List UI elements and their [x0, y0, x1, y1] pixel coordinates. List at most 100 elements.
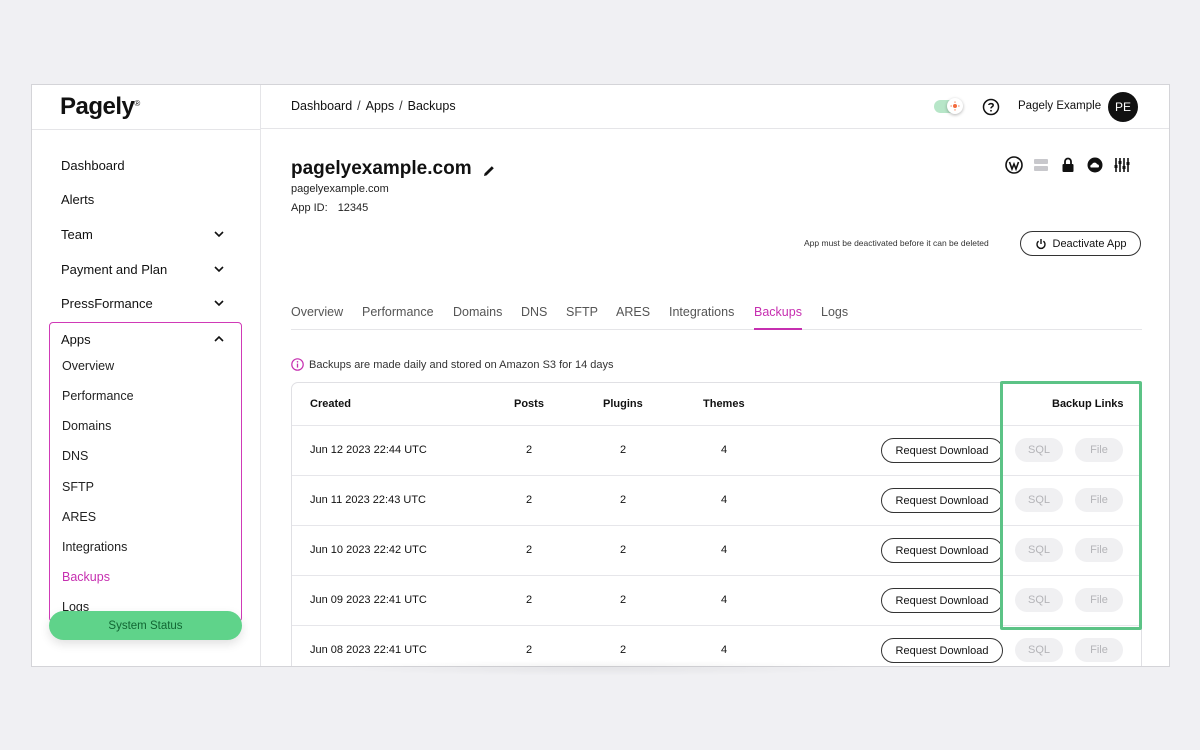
system-status-button[interactable]: System Status: [49, 611, 242, 640]
cell-created: Jun 11 2023 22:43 UTC: [310, 494, 426, 506]
request-download-button[interactable]: Request Download: [881, 488, 1003, 513]
sidebar-divider: [32, 129, 261, 130]
tab-dns[interactable]: DNS: [521, 305, 547, 330]
chevron-down-icon: [212, 227, 226, 241]
tab-logs[interactable]: Logs: [821, 305, 848, 330]
request-download-button[interactable]: Request Download: [881, 438, 1003, 463]
sidebar-item-dashboard[interactable]: Dashboard: [61, 155, 226, 175]
cell-plugins: 2: [620, 494, 627, 506]
backup-info: Backups are made daily and stored on Ama…: [291, 358, 614, 371]
column-header-plugins: Plugins: [603, 398, 643, 410]
sidebar-item-payment-and-plan[interactable]: Payment and Plan: [61, 259, 226, 279]
help-icon[interactable]: [982, 98, 1000, 116]
cell-themes: 4: [721, 444, 728, 456]
table-row: Jun 09 2023 22:41 UTC 2 2 4 Request Down…: [292, 575, 1141, 625]
cell-plugins: 2: [620, 594, 627, 606]
info-icon: [291, 358, 304, 371]
file-link-button[interactable]: File: [1075, 488, 1123, 512]
power-icon: [1035, 238, 1046, 249]
cell-themes: 4: [721, 494, 728, 506]
sidebar-subitem-backups[interactable]: Backups: [62, 570, 110, 588]
cell-themes: 4: [721, 644, 728, 656]
tab-domains[interactable]: Domains: [453, 305, 502, 330]
table-row: Jun 11 2023 22:43 UTC 2 2 4 Request Down…: [292, 475, 1141, 525]
file-link-button[interactable]: File: [1075, 588, 1123, 612]
tab-overview[interactable]: Overview: [291, 305, 343, 330]
cell-created: Jun 12 2023 22:44 UTC: [310, 444, 427, 456]
app-id: App ID: 12345: [291, 202, 369, 214]
cell-posts: 2: [526, 644, 533, 656]
bottom-shadow: [331, 660, 871, 676]
cell-themes: 4: [721, 544, 728, 556]
sidebar-subitem-domains[interactable]: Domains: [62, 419, 111, 437]
cell-plugins: 2: [620, 544, 627, 556]
sidebar-item-team[interactable]: Team: [61, 224, 226, 244]
column-header-created: Created: [310, 398, 351, 410]
cell-plugins: 2: [620, 444, 627, 456]
cell-themes: 4: [721, 594, 728, 606]
request-download-button[interactable]: Request Download: [881, 588, 1003, 613]
cell-posts: 2: [526, 494, 533, 506]
cell-created: Jun 10 2023 22:42 UTC: [310, 544, 427, 556]
column-header-backup-links: Backup Links: [1052, 398, 1124, 410]
tab-integrations[interactable]: Integrations: [669, 305, 734, 330]
file-link-button[interactable]: File: [1075, 638, 1123, 662]
top-bar: Dashboard / Apps / Backups Pagely Example PE: [261, 85, 1169, 129]
sidebar: Pagely® Dashboard Alerts Team Payment an…: [32, 85, 261, 666]
cell-plugins: 2: [620, 644, 627, 656]
sidebar-item-apps[interactable]: Apps: [61, 329, 226, 349]
sql-link-button[interactable]: SQL: [1015, 488, 1063, 512]
tab-backups[interactable]: Backups: [754, 305, 802, 330]
tab-ares[interactable]: ARES: [616, 305, 650, 330]
column-header-posts: Posts: [514, 398, 544, 410]
user-name[interactable]: Pagely Example: [1018, 100, 1101, 112]
column-header-themes: Themes: [703, 398, 745, 410]
app-status-icons: [1005, 156, 1131, 174]
request-download-button[interactable]: Request Download: [881, 538, 1003, 563]
sidebar-subitem-ares[interactable]: ARES: [62, 510, 96, 528]
server-icon: [1032, 156, 1050, 174]
lock-icon: [1059, 156, 1077, 174]
tab-sftp[interactable]: SFTP: [566, 305, 598, 330]
deactivate-app-button[interactable]: Deactivate App: [1020, 231, 1141, 256]
sidebar-subitem-overview[interactable]: Overview: [62, 359, 114, 377]
cell-posts: 2: [526, 544, 533, 556]
sql-link-button[interactable]: SQL: [1015, 438, 1063, 462]
sql-link-button[interactable]: SQL: [1015, 638, 1063, 662]
sidebar-item-alerts[interactable]: Alerts: [61, 189, 226, 209]
app-window: Pagely® Dashboard Alerts Team Payment an…: [31, 84, 1170, 667]
table-row: Jun 12 2023 22:44 UTC 2 2 4 Request Down…: [292, 425, 1141, 475]
pagely-logo[interactable]: Pagely®: [60, 93, 140, 121]
file-link-button[interactable]: File: [1075, 538, 1123, 562]
chevron-up-icon: [212, 332, 226, 346]
request-download-button[interactable]: Request Download: [881, 638, 1003, 663]
sidebar-apps-group: Apps Overview Performance Domains DNS SF…: [49, 322, 242, 622]
tab-performance[interactable]: Performance: [362, 305, 434, 330]
sql-link-button[interactable]: SQL: [1015, 588, 1063, 612]
settings-sliders-icon[interactable]: [1113, 156, 1131, 174]
cell-posts: 2: [526, 444, 533, 456]
breadcrumb-apps[interactable]: Apps: [366, 99, 395, 113]
avatar[interactable]: PE: [1108, 92, 1138, 122]
wordpress-icon: [1005, 156, 1023, 174]
sidebar-item-pressformance[interactable]: PressFormance: [61, 293, 226, 313]
sidebar-subitem-dns[interactable]: DNS: [62, 449, 88, 467]
chevron-down-icon: [212, 262, 226, 276]
sidebar-subitem-sftp[interactable]: SFTP: [62, 480, 94, 498]
sidebar-subitem-integrations[interactable]: Integrations: [62, 540, 127, 558]
sidebar-subitem-performance[interactable]: Performance: [62, 389, 134, 407]
breadcrumb-dashboard[interactable]: Dashboard: [291, 99, 352, 113]
main-content: pagelyexample.com pagelyexample.com App …: [261, 129, 1169, 666]
file-link-button[interactable]: File: [1075, 438, 1123, 462]
pencil-icon[interactable]: [482, 162, 496, 176]
page-title: pagelyexample.com: [291, 158, 496, 180]
backups-table: Created Posts Plugins Themes Backup Link…: [291, 382, 1142, 666]
cloud-icon: [1086, 156, 1104, 174]
breadcrumb: Dashboard / Apps / Backups: [291, 99, 456, 113]
theme-toggle[interactable]: [934, 98, 963, 114]
sql-link-button[interactable]: SQL: [1015, 538, 1063, 562]
deactivate-note: App must be deactivated before it can be…: [804, 238, 989, 248]
table-row: Jun 10 2023 22:42 UTC 2 2 4 Request Down…: [292, 525, 1141, 575]
chevron-down-icon: [212, 296, 226, 310]
app-tabs: Overview Performance Domains DNS SFTP AR…: [291, 305, 1142, 330]
